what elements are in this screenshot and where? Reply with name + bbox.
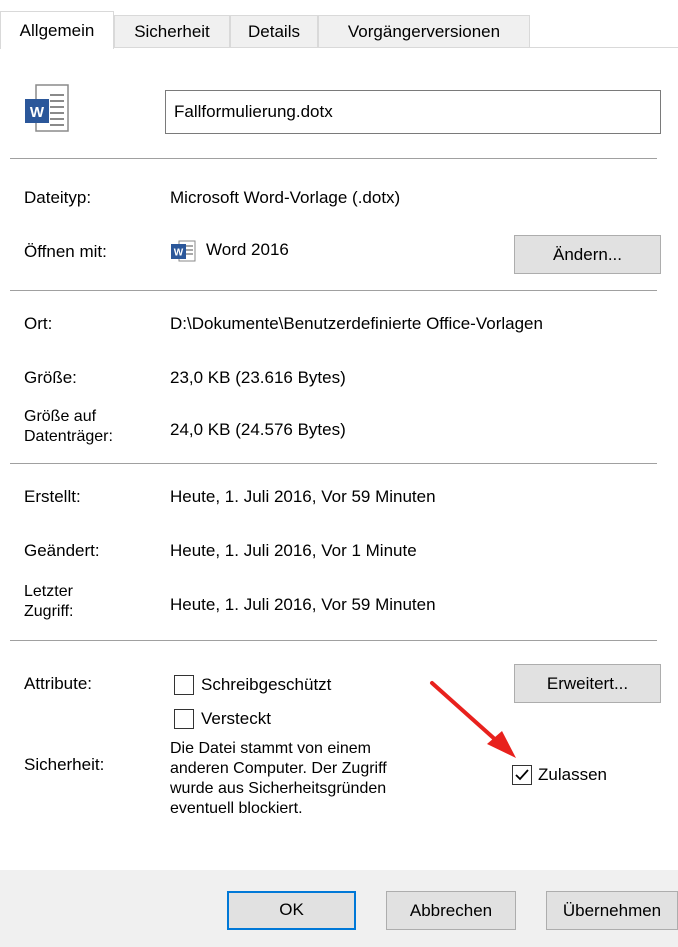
- ok-button[interactable]: OK: [227, 891, 356, 930]
- tab-general[interactable]: Allgemein: [0, 11, 114, 49]
- annotation-arrows: [108, 681, 516, 919]
- apply-button[interactable]: Übernehmen: [546, 891, 678, 930]
- dialog-footer: OK Abbrechen Übernehmen: [0, 870, 678, 947]
- annotation-arrow-to-allow: [430, 681, 516, 758]
- cancel-button[interactable]: Abbrechen: [386, 891, 516, 930]
- ok-button-label: OK: [279, 900, 304, 919]
